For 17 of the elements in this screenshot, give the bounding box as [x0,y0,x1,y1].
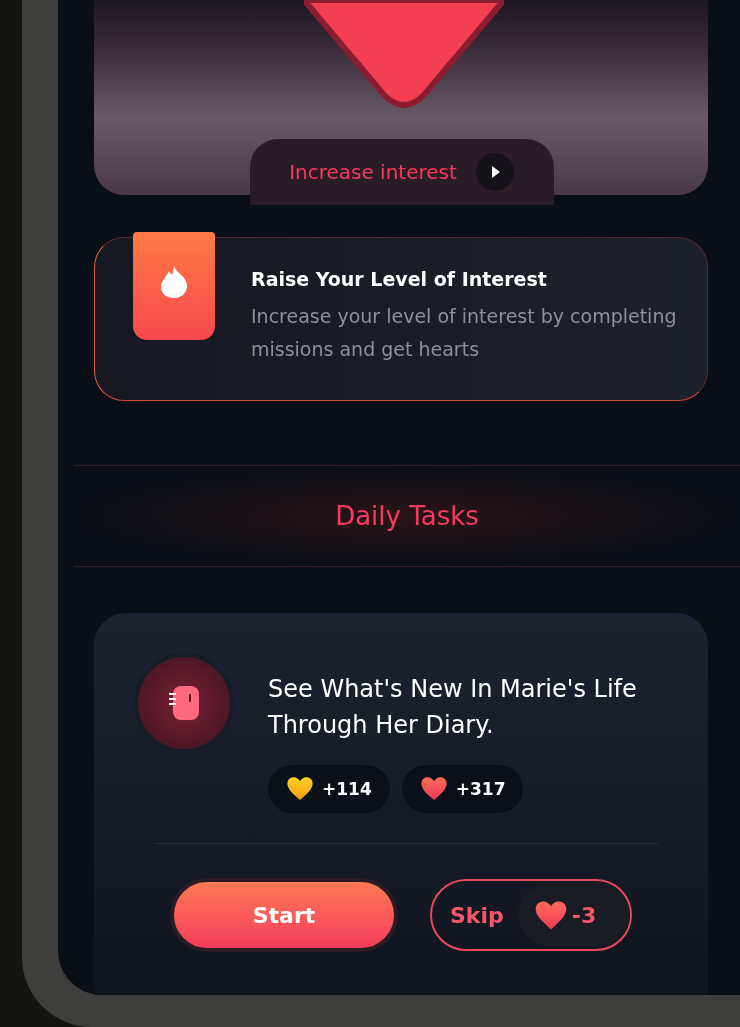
section-title: Daily Tasks [335,501,479,531]
skip-label: Skip [450,902,504,928]
start-button[interactable]: Start [170,878,398,952]
info-description: Increase your level of interest by completing missions and get hearts [251,304,678,362]
task-title: See What's New In Marie's Life Through Her Diary. [268,674,638,741]
reward-amount: +317 [455,779,506,799]
reward-amount: +114 [322,779,372,799]
heart-icon [419,776,448,802]
play-icon [474,152,515,192]
skip-button[interactable]: Skip -3 [430,879,632,951]
info-title: Raise Your Level of Interest [251,268,548,290]
diary-icon [167,684,201,722]
skip-cost: -3 [517,883,630,947]
flame-icon [159,265,189,299]
heart-icon [533,899,568,931]
increase-interest-button[interactable]: Increase interest [250,139,554,205]
heart-icon [286,776,314,802]
